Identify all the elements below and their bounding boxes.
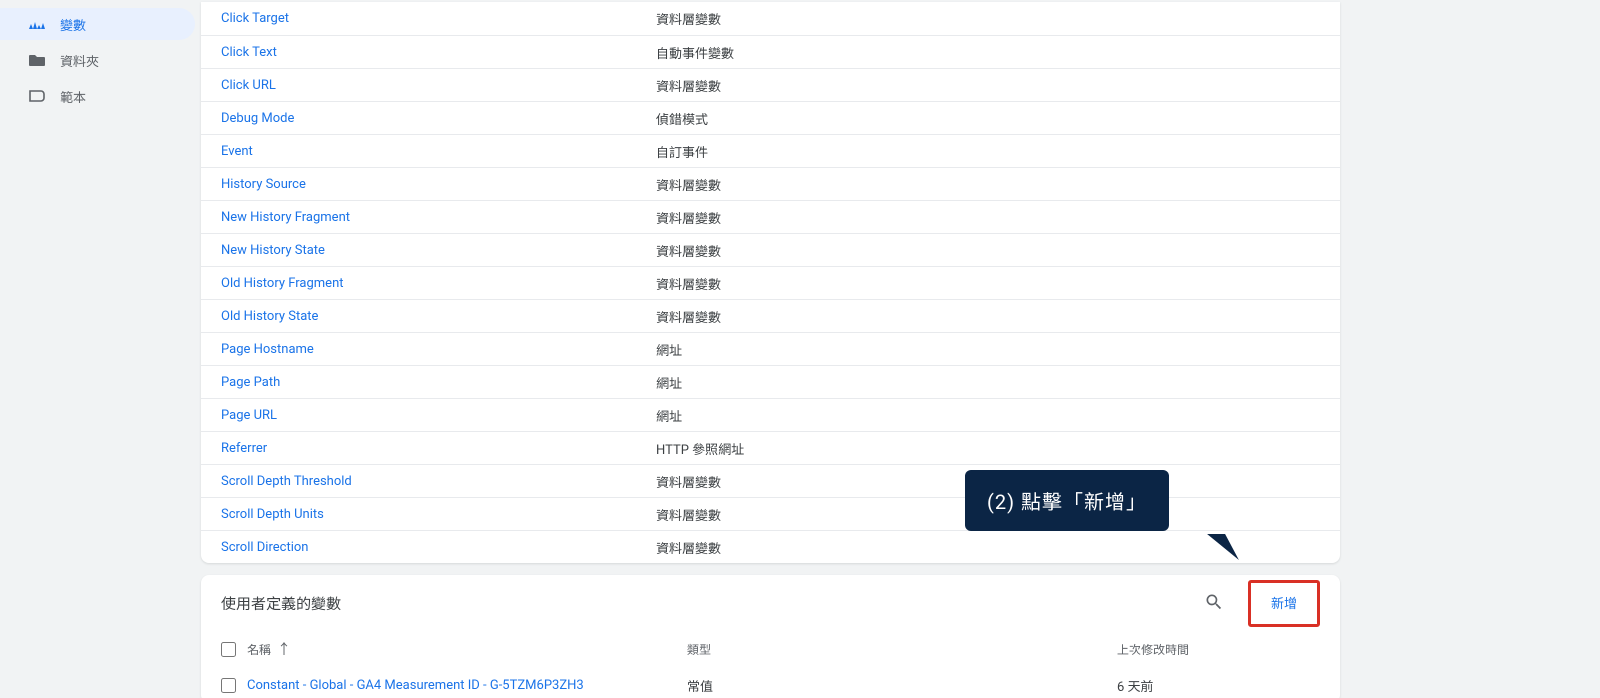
variable-name-link[interactable]: Click URL <box>221 78 656 93</box>
variable-type-label: 資料層變數 <box>656 538 721 557</box>
variable-name-link[interactable]: Click Target <box>221 11 656 26</box>
col-header-type[interactable]: 類型 <box>687 641 1117 658</box>
builtin-variable-row[interactable]: Page URL網址 <box>201 398 1340 431</box>
template-icon <box>28 87 46 105</box>
row-checkbox-input[interactable] <box>221 678 236 693</box>
builtin-variable-row[interactable]: Scroll Depth Units資料層變數 <box>201 497 1340 530</box>
builtin-variable-row[interactable]: Old History Fragment資料層變數 <box>201 266 1340 299</box>
sidebar-item-label: 資料夾 <box>60 51 99 70</box>
user-variable-row[interactable]: Constant - Global - GA4 Measurement ID -… <box>201 667 1340 698</box>
builtin-variable-row[interactable]: New History Fragment資料層變數 <box>201 200 1340 233</box>
builtin-variables-list: Click Target資料層變數Click Text自動事件變數Click U… <box>201 2 1340 563</box>
builtin-variable-row[interactable]: Old History State資料層變數 <box>201 299 1340 332</box>
col-header-name[interactable]: 名稱 ↑ <box>247 639 687 659</box>
new-button-highlight: 新增 <box>1248 580 1320 627</box>
sidebar-item-label: 範本 <box>60 87 86 106</box>
variable-name-link[interactable]: Event <box>221 144 656 159</box>
sort-asc-icon: ↑ <box>277 639 291 659</box>
variable-name-link[interactable]: Scroll Depth Units <box>221 507 656 522</box>
variable-name-link[interactable]: Old History State <box>221 309 656 324</box>
new-button[interactable]: 新增 <box>1255 589 1313 618</box>
builtin-variable-row[interactable]: Debug Mode偵錯模式 <box>201 101 1340 134</box>
variable-name-link[interactable]: Old History Fragment <box>221 276 656 291</box>
right-gutter <box>1350 0 1600 698</box>
builtin-variable-row[interactable]: Page Path網址 <box>201 365 1340 398</box>
variable-name-link[interactable]: New History State <box>221 243 656 258</box>
row-checkbox[interactable] <box>221 678 247 693</box>
user-variables-rows: Constant - Global - GA4 Measurement ID -… <box>201 667 1340 698</box>
variable-name-link[interactable]: Click Text <box>221 45 656 60</box>
sidebar-item-template[interactable]: 範本 <box>0 80 195 112</box>
variable-name-link[interactable]: Page URL <box>221 408 656 423</box>
sidebar-item-variables[interactable]: 變數 <box>0 8 195 40</box>
variable-type-label: 資料層變數 <box>656 472 721 491</box>
variable-type-label: 網址 <box>656 406 682 425</box>
annotation-callout: (2) 點擊「新增」 <box>965 470 1169 531</box>
user-variable-name-link[interactable]: Constant - Global - GA4 Measurement ID -… <box>247 678 687 693</box>
variable-name-link[interactable]: Debug Mode <box>221 111 656 126</box>
sidebar-item-label: 變數 <box>60 15 86 34</box>
builtin-variable-row[interactable]: Scroll Depth Threshold資料層變數 <box>201 464 1340 497</box>
builtin-variable-row[interactable]: Click Text自動事件變數 <box>201 35 1340 68</box>
variable-type-label: 偵錯模式 <box>656 109 708 128</box>
builtin-variable-row[interactable]: Click URL資料層變數 <box>201 68 1340 101</box>
app-root: 變數 資料夾 範本 Click Target資料層變數Click Text自動事… <box>0 0 1600 698</box>
sidebar-item-folder[interactable]: 資料夾 <box>0 44 195 76</box>
user-variables-table-head: 名稱 ↑ 類型 上次修改時間 <box>201 631 1340 667</box>
col-header-modified[interactable]: 上次修改時間 <box>1117 641 1320 658</box>
user-variable-modified: 6 天前 <box>1117 676 1320 695</box>
variable-type-label: 資料層變數 <box>656 307 721 326</box>
variable-type-label: 網址 <box>656 373 682 392</box>
variable-type-label: 資料層變數 <box>656 76 721 95</box>
variable-type-label: 資料層變數 <box>656 274 721 293</box>
variable-name-link[interactable]: Scroll Depth Threshold <box>221 474 656 489</box>
variable-type-label: 自訂事件 <box>656 142 708 161</box>
builtin-variable-row[interactable]: Scroll Direction資料層變數 <box>201 530 1340 563</box>
builtin-variable-row[interactable]: Click Target資料層變數 <box>201 2 1340 35</box>
builtin-variable-row[interactable]: Page Hostname網址 <box>201 332 1340 365</box>
variable-type-label: HTTP 參照網址 <box>656 439 744 458</box>
variable-type-label: 資料層變數 <box>656 9 721 28</box>
select-all-checkbox[interactable] <box>221 642 247 657</box>
user-variables-header: 使用者定義的變數 新增 <box>201 575 1340 631</box>
variable-name-link[interactable]: Scroll Direction <box>221 540 656 555</box>
variable-name-link[interactable]: New History Fragment <box>221 210 656 225</box>
content-column: Click Target資料層變數Click Text自動事件變數Click U… <box>195 0 1350 698</box>
variable-name-link[interactable]: Page Path <box>221 375 656 390</box>
user-variables-title: 使用者定義的變數 <box>221 593 1198 614</box>
search-icon <box>1204 592 1224 615</box>
sidebar: 變數 資料夾 範本 <box>0 0 195 698</box>
variable-type-label: 自動事件變數 <box>656 43 734 62</box>
variable-type-label: 資料層變數 <box>656 241 721 260</box>
variables-icon <box>28 15 46 33</box>
variable-name-link[interactable]: Page Hostname <box>221 342 656 357</box>
builtin-variable-row[interactable]: History Source資料層變數 <box>201 167 1340 200</box>
variable-type-label: 網址 <box>656 340 682 359</box>
user-variables-panel: 使用者定義的變數 新增 名稱 ↑ 類型 上 <box>201 575 1340 698</box>
builtin-variables-panel: Click Target資料層變數Click Text自動事件變數Click U… <box>201 2 1340 563</box>
builtin-variable-row[interactable]: New History State資料層變數 <box>201 233 1340 266</box>
variable-name-link[interactable]: Referrer <box>221 441 656 456</box>
builtin-variable-row[interactable]: ReferrerHTTP 參照網址 <box>201 431 1340 464</box>
user-variable-type: 常值 <box>687 676 1117 695</box>
search-button[interactable] <box>1198 587 1230 619</box>
select-all-input[interactable] <box>221 642 236 657</box>
variable-name-link[interactable]: History Source <box>221 177 656 192</box>
folder-icon <box>28 51 46 69</box>
variable-type-label: 資料層變數 <box>656 505 721 524</box>
variable-type-label: 資料層變數 <box>656 175 721 194</box>
builtin-variable-row[interactable]: Event自訂事件 <box>201 134 1340 167</box>
variable-type-label: 資料層變數 <box>656 208 721 227</box>
